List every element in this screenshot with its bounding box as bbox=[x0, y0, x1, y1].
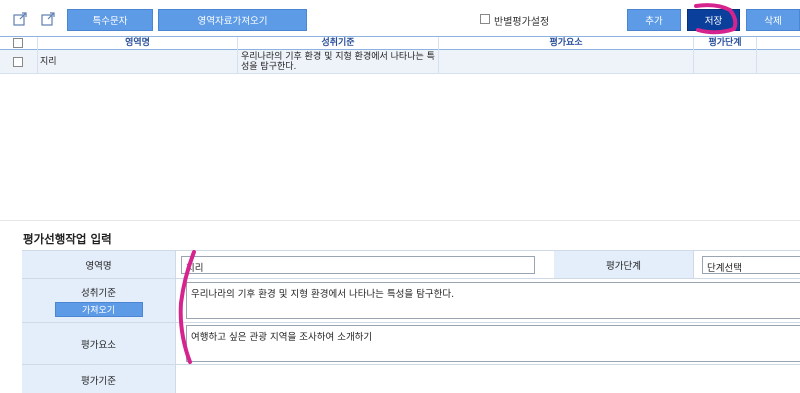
stage-label-cell: 평가단계 bbox=[554, 251, 694, 279]
section-title: 평가선행작업 입력 bbox=[23, 232, 112, 246]
row-element bbox=[439, 50, 694, 74]
element-textarea[interactable]: 여행하고 싶은 관광 지역을 조사하여 소개하기 bbox=[186, 325, 800, 362]
header-achievement[interactable]: 성취기준 bbox=[238, 37, 439, 50]
element-label: 평가요소 bbox=[81, 339, 116, 351]
stage-label: 평가단계 bbox=[606, 260, 641, 272]
special-char-button[interactable]: 특수문자 bbox=[67, 9, 153, 31]
row-stage bbox=[694, 50, 757, 74]
header-stage[interactable]: 평가단계 bbox=[694, 37, 757, 50]
import-area-button[interactable]: 영역자료가져오기 bbox=[158, 9, 307, 31]
area-value-cell: 지리 bbox=[176, 251, 554, 279]
delete-button[interactable]: 삭제 bbox=[746, 9, 800, 31]
class-eval-label: 반별평가설정 bbox=[494, 17, 550, 28]
save-button[interactable]: 저장 bbox=[687, 9, 740, 31]
header-select-all bbox=[0, 37, 38, 50]
fetch-button[interactable]: 가져오기 bbox=[54, 301, 143, 317]
export-icon[interactable] bbox=[13, 12, 27, 26]
stage-select[interactable]: 단계선택 bbox=[702, 256, 800, 274]
eval-prep-form: 영역명 지리 평가단계 단계선택 성취기준 가져오기 우리나라의 기후 환경 및… bbox=[22, 250, 800, 393]
stage-value-cell: 단계선택 bbox=[694, 251, 800, 279]
area-label-cell: 영역명 bbox=[22, 251, 176, 279]
element-label-cell: 평가요소 bbox=[22, 323, 176, 365]
achievement-textarea[interactable]: 우리나라의 기후 환경 및 지형 환경에서 나타나는 특성을 탐구한다. bbox=[186, 282, 800, 319]
header-area[interactable]: 영역명 bbox=[38, 37, 238, 50]
header-element[interactable]: 평가요소 bbox=[439, 37, 694, 50]
row-achievement: 우리나라의 기후 환경 및 지형 환경에서 나타나는 특성을 탐구한다. bbox=[238, 50, 439, 74]
open-new-icon[interactable] bbox=[41, 12, 55, 26]
area-input[interactable]: 지리 bbox=[181, 256, 535, 274]
class-eval-checkbox[interactable] bbox=[480, 14, 490, 24]
row-checkbox[interactable] bbox=[13, 57, 23, 67]
grid-header: 영역명 성취기준 평가요소 평가단계 bbox=[0, 36, 800, 50]
achievement-label-cell: 성취기준 가져오기 bbox=[22, 279, 176, 323]
select-all-checkbox[interactable] bbox=[13, 38, 23, 48]
criteria-label-cell: 평가기준 bbox=[22, 365, 176, 393]
criteria-value-cell bbox=[176, 365, 800, 393]
area-label: 영역명 bbox=[85, 260, 112, 272]
criteria-label: 평가기준 bbox=[81, 375, 116, 387]
row-area: 지리 bbox=[38, 50, 238, 74]
element-value-cell: 여행하고 싶은 관광 지역을 조사하여 소개하기 bbox=[176, 323, 800, 365]
toolbar: 특수문자 영역자료가져오기 반별평가설정 추가 저장 삭제 bbox=[0, 0, 800, 36]
row-select-cell bbox=[0, 50, 38, 74]
section-divider bbox=[0, 220, 800, 221]
achievement-label: 성취기준 bbox=[81, 287, 116, 299]
add-button[interactable]: 추가 bbox=[627, 9, 681, 31]
table-row[interactable]: 지리 우리나라의 기후 환경 및 지형 환경에서 나타나는 특성을 탐구한다. bbox=[0, 50, 800, 74]
achievement-value-cell: 우리나라의 기후 환경 및 지형 환경에서 나타나는 특성을 탐구한다. bbox=[176, 279, 800, 323]
